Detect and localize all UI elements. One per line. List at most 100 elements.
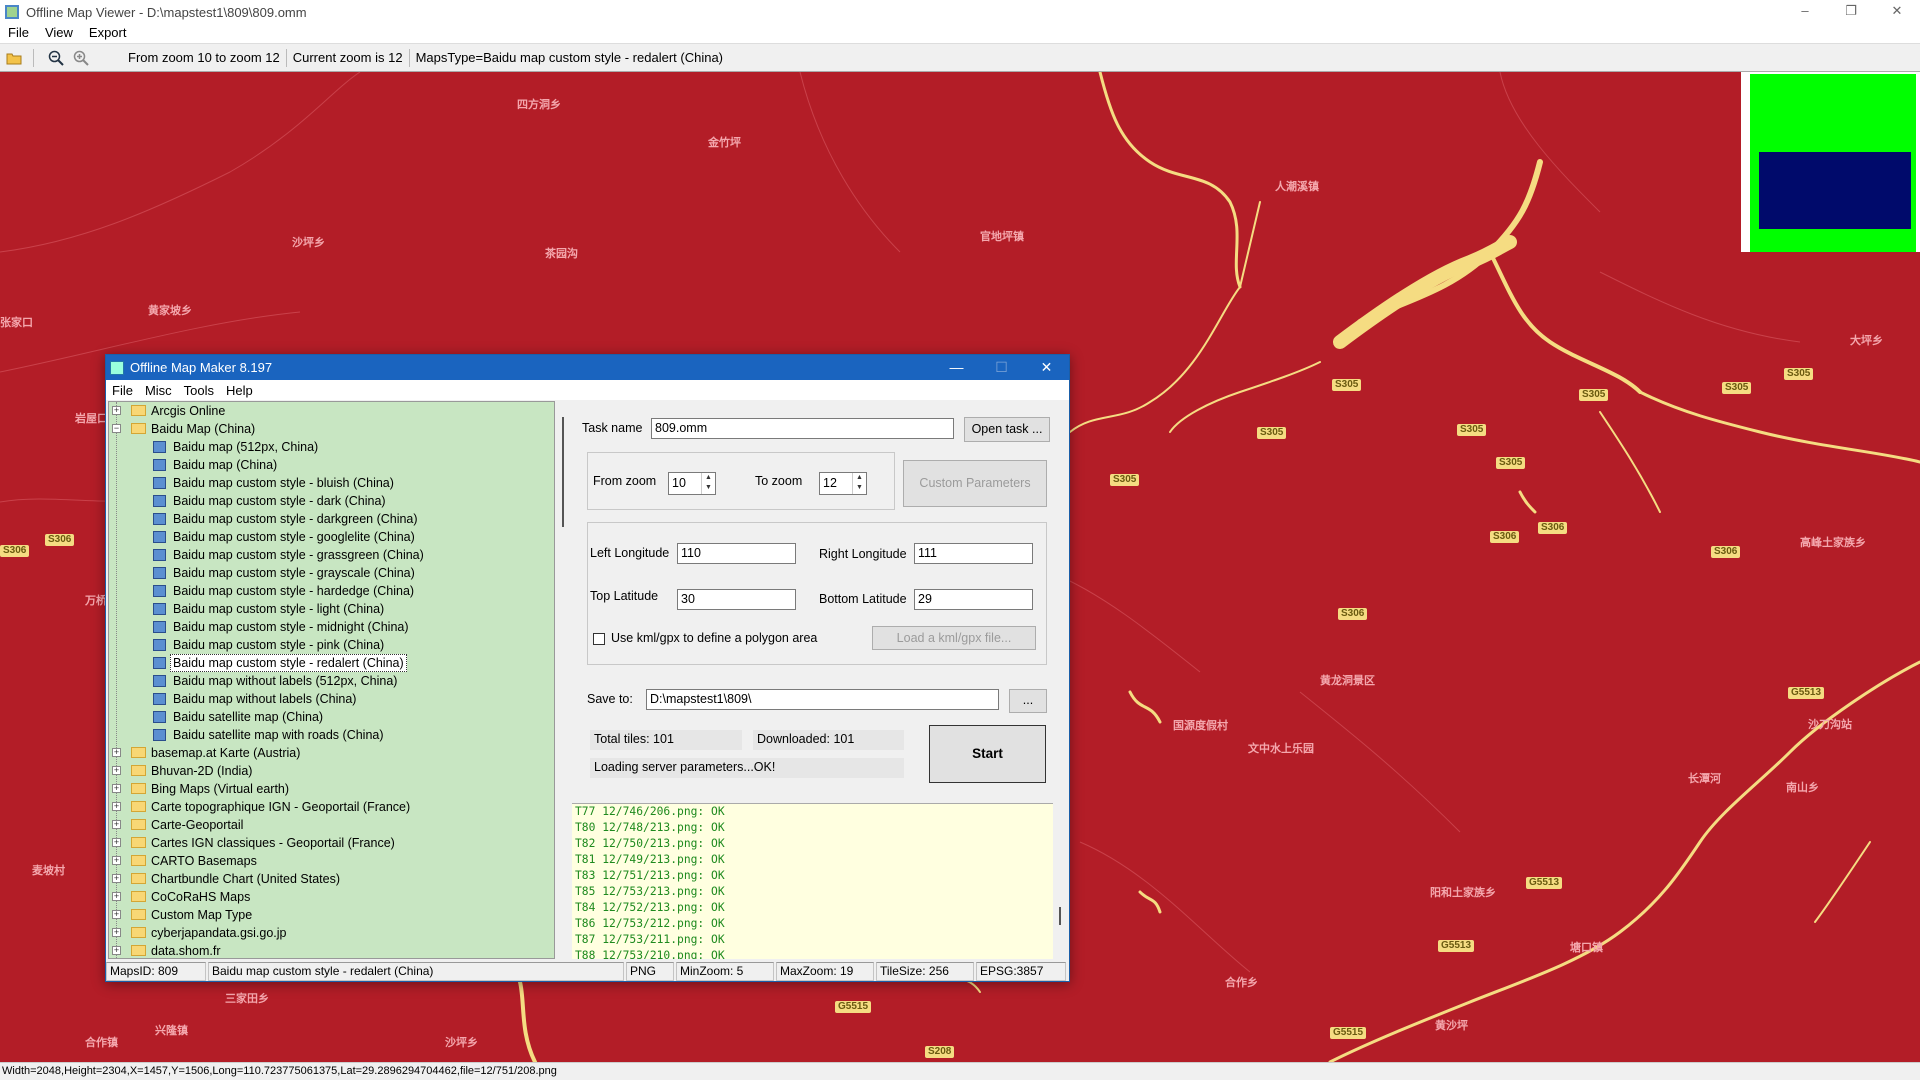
top-latitude-input[interactable]: 30: [677, 589, 796, 610]
browse-folder-button[interactable]: ...: [1009, 689, 1047, 713]
menu-view[interactable]: View: [45, 25, 73, 40]
tree-folder[interactable]: + data.shom.fr: [109, 942, 554, 958]
tree-item[interactable]: Baidu map custom style - dark (China): [109, 492, 554, 510]
overview-viewport[interactable]: [1759, 152, 1911, 229]
load-kml-button[interactable]: Load a kml/gpx file...: [872, 626, 1036, 650]
folder-icon: [131, 891, 146, 902]
custom-parameters-button[interactable]: Custom Parameters: [903, 460, 1047, 507]
expand-icon[interactable]: +: [112, 820, 121, 829]
download-log[interactable]: T77 12/746/206.png: OK T80 12/748/213.png…: [572, 803, 1053, 959]
map-image-icon: [153, 459, 166, 471]
zoom-in-button[interactable]: [70, 47, 92, 69]
tree-item[interactable]: Baidu map custom style - pink (China): [109, 636, 554, 654]
to-zoom-spinner[interactable]: 12 ▲ ▼: [819, 472, 867, 495]
tree-folder[interactable]: + Carte topographique IGN - Geoportail (F…: [109, 798, 554, 816]
kml-polygon-checkbox[interactable]: [593, 633, 605, 645]
tree-item[interactable]: Baidu map custom style - googlelite (Chi…: [109, 528, 554, 546]
map-place-label: 三家田乡: [225, 992, 269, 1005]
map-type-tree[interactable]: + Arcgis Online − Baidu Map (China) Baidu ma…: [108, 401, 555, 959]
map-place-label: 南山乡: [1786, 781, 1819, 794]
from-zoom-spinner[interactable]: 10 ▲ ▼: [668, 472, 716, 495]
dialog-menu-misc[interactable]: Misc: [145, 383, 172, 398]
log-scrollbar[interactable]: [1053, 803, 1067, 959]
tree-item[interactable]: Baidu map custom style - light (China): [109, 600, 554, 618]
road-badge: S305: [1496, 457, 1526, 469]
map-place-label: 官地坪镇: [980, 230, 1024, 243]
menu-file[interactable]: File: [8, 25, 29, 40]
expand-icon[interactable]: +: [112, 946, 121, 955]
overview-map[interactable]: [1741, 72, 1920, 252]
tree-folder[interactable]: + Arcgis Online: [109, 402, 554, 420]
tree-item[interactable]: Baidu map custom style - grassgreen (Chi…: [109, 546, 554, 564]
map-image-icon: [153, 549, 166, 561]
tree-item[interactable]: Baidu map custom style - grayscale (Chin…: [109, 564, 554, 582]
start-button[interactable]: Start: [929, 725, 1046, 783]
tree-item[interactable]: Baidu map (China): [109, 456, 554, 474]
dialog-menu-help[interactable]: Help: [226, 383, 253, 398]
dialog-menu-file[interactable]: File: [112, 383, 133, 398]
tree-item-label: Baidu map custom style - bluish (China): [173, 476, 394, 490]
right-longitude-input[interactable]: 111: [914, 543, 1033, 564]
tree-folder[interactable]: − Baidu Map (China): [109, 420, 554, 438]
menu-export[interactable]: Export: [89, 25, 127, 40]
tree-item[interactable]: Baidu map custom style - hardedge (China…: [109, 582, 554, 600]
expand-icon[interactable]: +: [112, 910, 121, 919]
tree-folder[interactable]: + basemap.at Karte (Austria): [109, 744, 554, 762]
expand-icon[interactable]: +: [112, 892, 121, 901]
dialog-minimize-button[interactable]: —: [934, 359, 979, 376]
tree-item[interactable]: Baidu map custom style - redalert (China…: [109, 654, 554, 672]
tree-folder[interactable]: + Chartbundle Chart (United States): [109, 870, 554, 888]
expand-icon[interactable]: +: [112, 748, 121, 757]
map-place-label: 人潮溪镇: [1275, 180, 1319, 193]
tree-folder[interactable]: + Bhuvan-2D (India): [109, 762, 554, 780]
tree-item[interactable]: Baidu satellite map with roads (China): [109, 726, 554, 744]
tree-item[interactable]: Baidu map custom style - midnight (China…: [109, 618, 554, 636]
tree-item[interactable]: Baidu map custom style - darkgreen (Chin…: [109, 510, 554, 528]
dialog-menu-tools[interactable]: Tools: [184, 383, 214, 398]
tree-item[interactable]: Baidu map custom style - bluish (China): [109, 474, 554, 492]
expand-icon[interactable]: +: [112, 406, 121, 415]
spinner-arrows-icon[interactable]: ▲ ▼: [852, 473, 866, 494]
minimize-button[interactable]: –: [1782, 0, 1828, 24]
expand-icon[interactable]: +: [112, 856, 121, 865]
collapse-icon[interactable]: −: [112, 424, 121, 433]
expand-icon[interactable]: +: [112, 874, 121, 883]
left-longitude-input[interactable]: 110: [677, 543, 796, 564]
tree-item[interactable]: Baidu map (512px, China): [109, 438, 554, 456]
expand-icon[interactable]: +: [112, 802, 121, 811]
tree-folder[interactable]: + CoCoRaHS Maps: [109, 888, 554, 906]
map-image-icon: [153, 513, 166, 525]
expand-icon[interactable]: +: [112, 766, 121, 775]
log-scroll-thumb[interactable]: [1059, 907, 1061, 925]
tree-folder[interactable]: + CARTO Basemaps: [109, 852, 554, 870]
tree-folder[interactable]: + Carte-Geoportail: [109, 816, 554, 834]
expand-icon[interactable]: +: [112, 838, 121, 847]
tree-folder[interactable]: + Custom Map Type: [109, 906, 554, 924]
task-name-label: Task name: [582, 421, 643, 435]
tree-folder[interactable]: + cyberjapandata.gsi.go.jp: [109, 924, 554, 942]
maximize-button[interactable]: ❐: [1828, 0, 1874, 24]
open-folder-button[interactable]: [3, 47, 25, 69]
tree-item[interactable]: Baidu satellite map (China): [109, 708, 554, 726]
spinner-arrows-icon[interactable]: ▲ ▼: [701, 473, 715, 494]
zoom-out-button[interactable]: [45, 47, 67, 69]
tree-item[interactable]: Baidu map without labels (512px, China): [109, 672, 554, 690]
open-task-button[interactable]: Open task ...: [964, 417, 1050, 442]
map-place-label: 黄沙坪: [1435, 1019, 1468, 1032]
tree-item-label: Custom Map Type: [151, 908, 253, 922]
tree-folder[interactable]: + Cartes IGN classiques - Geoportail (Fra…: [109, 834, 554, 852]
tree-folder[interactable]: + Bing Maps (Virtual earth): [109, 780, 554, 798]
dialog-close-button[interactable]: ✕: [1024, 359, 1069, 376]
expand-icon[interactable]: +: [112, 784, 121, 793]
task-name-input[interactable]: 809.omm: [651, 418, 954, 439]
bottom-latitude-input[interactable]: 29: [914, 589, 1033, 610]
expand-icon[interactable]: +: [112, 928, 121, 937]
viewer-titlebar: Offline Map Viewer - D:\mapstest1\809\80…: [0, 0, 1920, 24]
tree-scrollbar[interactable]: [556, 401, 570, 959]
tree-scroll-thumb[interactable]: [562, 417, 564, 527]
dialog-app-icon: [110, 360, 124, 375]
save-to-input[interactable]: D:\mapstest1\809\: [646, 689, 999, 710]
tree-item[interactable]: Baidu map without labels (China): [109, 690, 554, 708]
close-button[interactable]: ✕: [1874, 0, 1920, 24]
dialog-maximize-button[interactable]: ☐: [979, 359, 1024, 376]
